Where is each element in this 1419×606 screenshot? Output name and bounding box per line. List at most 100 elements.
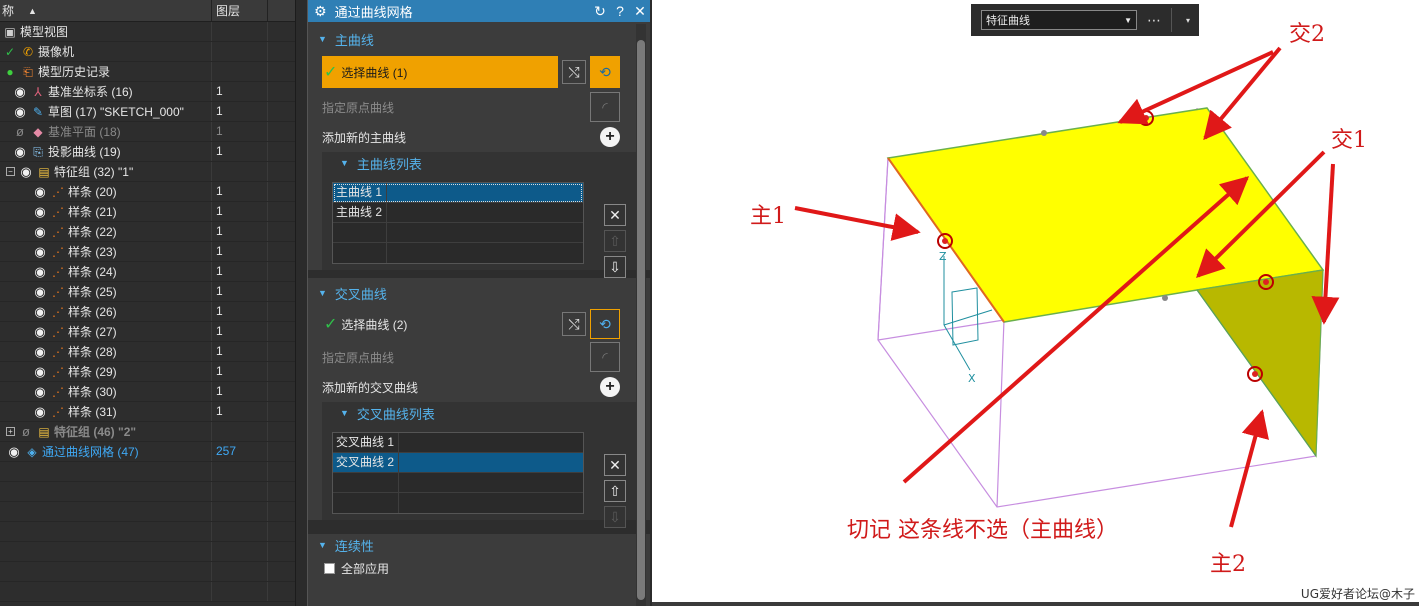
table-row[interactable]: ◉ ⅄ 基准坐标系 (16) 1	[0, 82, 295, 102]
column-layer-header[interactable]: 图层	[212, 0, 268, 21]
primary-select-curve-row[interactable]: ✓ 选择曲线 (1) ⤭ ⟲	[308, 56, 650, 88]
column-name-header[interactable]: 称 ▲	[0, 0, 212, 21]
table-row[interactable]: ◉ ⋰ 样条 (24) 1	[0, 262, 295, 282]
origin-curve-button[interactable]: ◜	[590, 92, 620, 122]
visible-eye-icon[interactable]: ◉	[32, 224, 48, 239]
visible-eye-icon[interactable]: ◉	[12, 104, 28, 119]
cross-select-curve-row[interactable]: ✓ 选择曲线 (2) ⤭ ⟲	[308, 308, 650, 340]
list-item[interactable]: 主曲线 2	[333, 203, 583, 223]
primary-select-curve-box[interactable]: ✓ 选择曲线 (1)	[322, 56, 558, 88]
visible-eye-icon[interactable]: ◉	[12, 144, 28, 159]
more-options-icon[interactable]: ⋯	[1147, 12, 1161, 29]
table-row[interactable]: − ◉ ▤ 特征组 (32) "1"	[0, 162, 295, 182]
table-row[interactable]: ◉ ⋰ 样条 (31) 1	[0, 402, 295, 422]
apply-all-checkbox[interactable]	[324, 562, 335, 574]
spline-icon: ⋰	[52, 244, 64, 259]
table-row[interactable]: ◉ ◈ 通过曲线网格 (47) 257	[0, 442, 295, 462]
visible-eye-icon[interactable]: ◉	[32, 324, 48, 339]
list-item[interactable]: 交叉曲线 2	[333, 453, 583, 473]
table-row[interactable]: ◉ ⋰ 样条 (22) 1	[0, 222, 295, 242]
list-item[interactable]: 交叉曲线 1	[333, 433, 583, 453]
remove-cross-button[interactable]: ✕	[604, 454, 626, 476]
table-row[interactable]: ø ◆ 基准平面 (18) 1	[0, 122, 295, 142]
hidden-eye-icon[interactable]: ø	[12, 124, 28, 139]
select-curve-icon: ⟲	[599, 63, 611, 80]
curve-rule-button[interactable]: ⤭	[562, 312, 586, 336]
table-row[interactable]: ◉ ⋰ 样条 (21) 1	[0, 202, 295, 222]
expand-icon[interactable]: +	[6, 427, 15, 436]
table-row[interactable]: ▣ 模型视图	[0, 22, 295, 42]
visible-eye-icon[interactable]: ◉	[32, 364, 48, 379]
primary-list-header: 主曲线列表	[356, 156, 422, 172]
reset-icon[interactable]: ↻	[590, 3, 610, 20]
table-row[interactable]: ◉ ⋰ 样条 (23) 1	[0, 242, 295, 262]
visible-eye-icon[interactable]: ◉	[32, 204, 48, 219]
tree-item-label: 样条 (23)	[68, 245, 117, 259]
table-row[interactable]: ◉ ⋰ 样条 (25) 1	[0, 282, 295, 302]
table-row[interactable]: ◉ ⎘ 投影曲线 (19) 1	[0, 142, 295, 162]
primary-curve-list[interactable]: 主曲线 1 主曲线 2	[332, 182, 584, 264]
collapse-icon[interactable]: −	[6, 167, 15, 176]
graphics-viewport[interactable]: Z X 特征曲线 ▼ ⋯ ▾ 交2 交1 主1 主2 切记 这条线不选（主曲线）…	[652, 0, 1419, 606]
table-row[interactable]: + ø ▤ 特征组 (46) "2"	[0, 422, 295, 442]
table-row[interactable]: ✓ ✆ 摄像机	[0, 42, 295, 62]
visible-eye-icon[interactable]: ◉	[32, 384, 48, 399]
select-curve-button[interactable]: ⟲	[590, 56, 620, 88]
table-row[interactable]: ◉ ⋰ 样条 (27) 1	[0, 322, 295, 342]
spline-icon: ⋰	[52, 324, 64, 339]
continuity-section-header[interactable]: ▼ 连续性	[308, 534, 650, 556]
primary-list-header-row[interactable]: ▼ 主曲线列表	[322, 152, 640, 174]
visible-eye-icon[interactable]: ◉	[32, 304, 48, 319]
move-up-cross-button[interactable]: ⇧	[604, 480, 626, 502]
visible-eye-icon[interactable]: ◉	[32, 284, 48, 299]
cross-curves-section-header[interactable]: ▼ 交叉曲线	[308, 282, 650, 304]
table-row[interactable]: ◉ ⋰ 样条 (26) 1	[0, 302, 295, 322]
empty-row	[0, 462, 295, 482]
dropdown-icon[interactable]: ▾	[1186, 16, 1190, 25]
primary-curves-section-header[interactable]: ▼ 主曲线	[308, 28, 650, 50]
gear-icon[interactable]: ⚙	[314, 3, 327, 20]
visible-eye-icon[interactable]: ◉	[32, 244, 48, 259]
hidden-eye-icon[interactable]: ø	[18, 424, 34, 439]
empty-row	[0, 502, 295, 522]
table-row[interactable]: ◉ ⋰ 样条 (28) 1	[0, 342, 295, 362]
dialog-scrollbar[interactable]	[636, 24, 646, 606]
curve-rule-button[interactable]: ⤭	[562, 60, 586, 84]
layer-cell	[212, 62, 268, 81]
origin-curve-button[interactable]: ◜	[590, 342, 620, 372]
help-icon[interactable]: ?	[610, 3, 630, 19]
move-down-cross-button[interactable]: ⇩	[604, 506, 626, 528]
visible-eye-icon[interactable]: ◉	[32, 404, 48, 419]
scrollbar-thumb[interactable]	[637, 40, 645, 600]
visible-eye-icon[interactable]: ◉	[18, 164, 34, 179]
add-primary-curve-button[interactable]: +	[600, 127, 620, 147]
close-icon[interactable]: ✕	[630, 3, 650, 20]
table-row[interactable]: ◉ ⋰ 样条 (30) 1	[0, 382, 295, 402]
table-row[interactable]: ◉ ✎ 草图 (17) "SKETCH_000" 1	[0, 102, 295, 122]
table-row[interactable]: ● ⎗ 模型历史记录	[0, 62, 295, 82]
feature-group-icon: ▤	[38, 424, 50, 439]
apply-all-row[interactable]: 全部应用	[308, 556, 650, 580]
spline-icon: ⋰	[52, 224, 64, 239]
spline-icon: ⋰	[52, 284, 64, 299]
visible-eye-icon[interactable]: ◉	[6, 444, 22, 459]
type-filter-select[interactable]: 特征曲线 ▼	[981, 10, 1137, 30]
select-curve-button[interactable]: ⟲	[590, 309, 620, 339]
visible-eye-icon[interactable]: ◉	[32, 264, 48, 279]
table-row[interactable]: ◉ ⋰ 样条 (29) 1	[0, 362, 295, 382]
visible-eye-icon[interactable]: ◉	[12, 84, 28, 99]
add-cross-curve-button[interactable]: +	[600, 377, 620, 397]
cross-list-header-row[interactable]: ▼ 交叉曲线列表	[322, 402, 640, 424]
remove-primary-button[interactable]: ✕	[604, 204, 626, 226]
table-row[interactable]: ◉ ⋰ 样条 (20) 1	[0, 182, 295, 202]
remove-icon: ✕	[609, 456, 621, 473]
cross-curve-list[interactable]: 交叉曲线 1 交叉曲线 2	[332, 432, 584, 514]
list-item[interactable]: 主曲线 1	[333, 183, 583, 203]
check-icon: ✓	[4, 44, 16, 59]
visible-eye-icon[interactable]: ◉	[32, 184, 48, 199]
visible-eye-icon[interactable]: ◉	[32, 344, 48, 359]
move-down-primary-button[interactable]: ⇩	[604, 256, 626, 278]
cross-select-curve-box[interactable]: ✓ 选择曲线 (2)	[322, 308, 558, 340]
move-up-primary-button[interactable]: ⇧	[604, 230, 626, 252]
tree-item-label: 样条 (24)	[68, 265, 117, 279]
